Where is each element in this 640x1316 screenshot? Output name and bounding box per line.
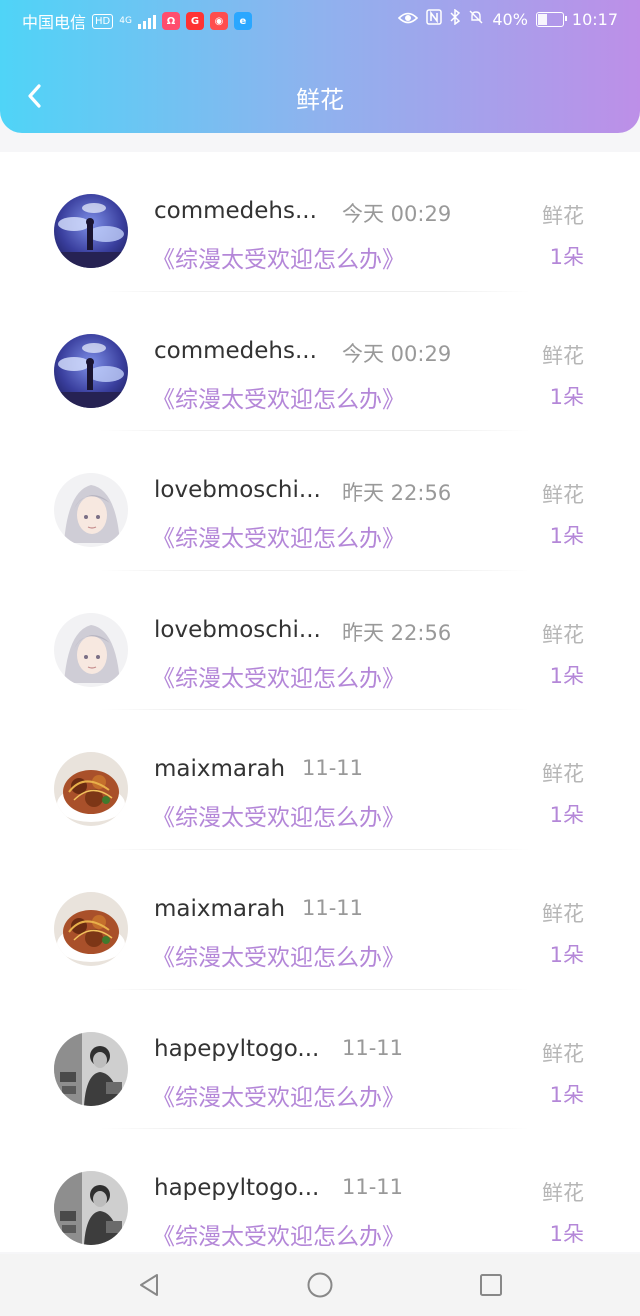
gift-record-list[interactable]: commedehs... 今天 00:29 《综漫太受欢迎怎么办》 鲜花 1朵 comme…	[0, 152, 640, 1252]
username: commedehs...	[154, 337, 317, 364]
gift-record-row[interactable]: hapepyltogo... 11-11 《综漫太受欢迎怎么办》 鲜花 1朵	[0, 1129, 640, 1252]
clock: 10:17	[571, 9, 618, 29]
hd-badge: HD	[92, 13, 114, 29]
gift-time: 今天 00:29	[342, 341, 452, 366]
gift-time: 今天 00:29	[342, 202, 452, 226]
gift-record-row[interactable]: lovebmoschi... 昨天 22:56 《综漫太受欢迎怎么办》 鲜花 1朵	[0, 431, 640, 571]
gift-type: 鲜花	[542, 1041, 584, 1066]
book-title-link[interactable]: 《综漫太受欢迎怎么办》	[152, 659, 405, 693]
gift-time: 11-11	[302, 756, 364, 781]
gift-type: 鲜花	[542, 762, 584, 787]
username: maixmarah	[154, 756, 286, 783]
nav-home-button[interactable]	[300, 1265, 340, 1305]
battery-percent: 40%	[492, 9, 528, 29]
bluetooth-icon	[450, 8, 461, 29]
nav-recents-icon	[479, 1274, 502, 1296]
book-title-link[interactable]: 《综漫太受欢迎怎么办》	[152, 938, 405, 972]
battery-icon	[535, 11, 567, 27]
gift-type: 鲜花	[542, 1181, 584, 1206]
notification-app-icon: e	[233, 12, 252, 30]
gift-time: 11-11	[302, 895, 364, 920]
avatar[interactable]	[54, 333, 128, 408]
avatar[interactable]	[54, 194, 128, 268]
gift-type: 鲜花	[542, 343, 584, 368]
mute-bell-icon	[468, 9, 484, 29]
book-title-link[interactable]: 《综漫太受欢迎怎么办》	[152, 1217, 405, 1251]
username: hapepyltogo...	[154, 1175, 320, 1202]
nav-recents-button[interactable]	[471, 1265, 511, 1305]
gift-count: 1朵	[549, 663, 584, 688]
gift-time: 11-11	[342, 1035, 404, 1060]
avatar[interactable]	[54, 1171, 128, 1246]
avatar[interactable]	[54, 473, 128, 548]
gift-count: 1朵	[549, 942, 584, 967]
avatar[interactable]	[54, 752, 128, 827]
book-title-link[interactable]: 《综漫太受欢迎怎么办》	[152, 1078, 405, 1112]
username: lovebmoschi...	[154, 616, 321, 643]
gift-record-row[interactable]: maixmarah 11-11 《综漫太受欢迎怎么办》 鲜花 1朵	[0, 710, 640, 850]
gift-record-row[interactable]: commedehs... 今天 00:29 《综漫太受欢迎怎么办》 鲜花 1朵	[0, 292, 640, 432]
username: hapepyltogo...	[154, 1035, 320, 1062]
gift-time: 昨天 22:56	[342, 481, 452, 506]
gift-record-row[interactable]: maixmarah 11-11 《综漫太受欢迎怎么办》 鲜花 1朵	[0, 850, 640, 990]
network-type: 4G	[119, 16, 132, 26]
page-title: 鲜花	[296, 86, 344, 114]
book-title-link[interactable]: 《综漫太受欢迎怎么办》	[152, 519, 405, 553]
eye-comfort-icon	[398, 10, 419, 29]
book-title-link[interactable]: 《综漫太受欢迎怎么办》	[152, 380, 405, 414]
status-bar: 中国电信 HD 4G Ω G ◉ e 40% 10:17	[0, 0, 640, 40]
gift-type: 鲜花	[542, 901, 584, 926]
nav-back-button[interactable]	[129, 1265, 169, 1305]
avatar[interactable]	[54, 1031, 128, 1106]
gift-type: 鲜花	[542, 483, 584, 508]
gift-record-row[interactable]: hapepyltogo... 11-11 《综漫太受欢迎怎么办》 鲜花 1朵	[0, 990, 640, 1130]
gift-time: 11-11	[342, 1175, 404, 1200]
nfc-icon	[426, 9, 443, 29]
avatar[interactable]	[54, 612, 128, 687]
nav-back-icon	[140, 1274, 159, 1296]
notification-app-icon: G	[185, 12, 204, 30]
gift-record-row[interactable]: lovebmoschi... 昨天 22:56 《综漫太受欢迎怎么办》 鲜花 1朵	[0, 571, 640, 711]
gift-count: 1朵	[549, 384, 584, 409]
gift-record-row[interactable]: commedehs... 今天 00:29 《综漫太受欢迎怎么办》 鲜花 1朵	[0, 152, 640, 292]
system-nav-bar	[0, 1254, 640, 1316]
gift-time: 昨天 22:56	[342, 620, 452, 645]
gift-type: 鲜花	[542, 204, 584, 228]
notification-app-icon: Ω	[161, 12, 180, 30]
username: commedehs...	[154, 198, 317, 224]
notification-app-icon: ◉	[209, 12, 228, 30]
book-title-link[interactable]: 《综漫太受欢迎怎么办》	[152, 798, 405, 832]
username: lovebmoschi...	[154, 477, 321, 504]
nav-home-icon	[307, 1272, 333, 1298]
gift-count: 1朵	[549, 245, 584, 269]
gift-count: 1朵	[549, 1082, 584, 1107]
gift-count: 1朵	[549, 803, 584, 828]
gift-count: 1朵	[549, 524, 584, 549]
username: maixmarah	[154, 895, 286, 922]
header: 中国电信 HD 4G Ω G ◉ e 40% 10:17 鲜花	[0, 0, 640, 133]
gift-type: 鲜花	[542, 622, 584, 647]
book-title-link[interactable]: 《综漫太受欢迎怎么办》	[152, 240, 405, 274]
avatar[interactable]	[54, 891, 128, 966]
signal-icon	[137, 13, 156, 29]
gift-count: 1朵	[549, 1222, 584, 1247]
carrier-label: 中国电信	[22, 13, 87, 32]
